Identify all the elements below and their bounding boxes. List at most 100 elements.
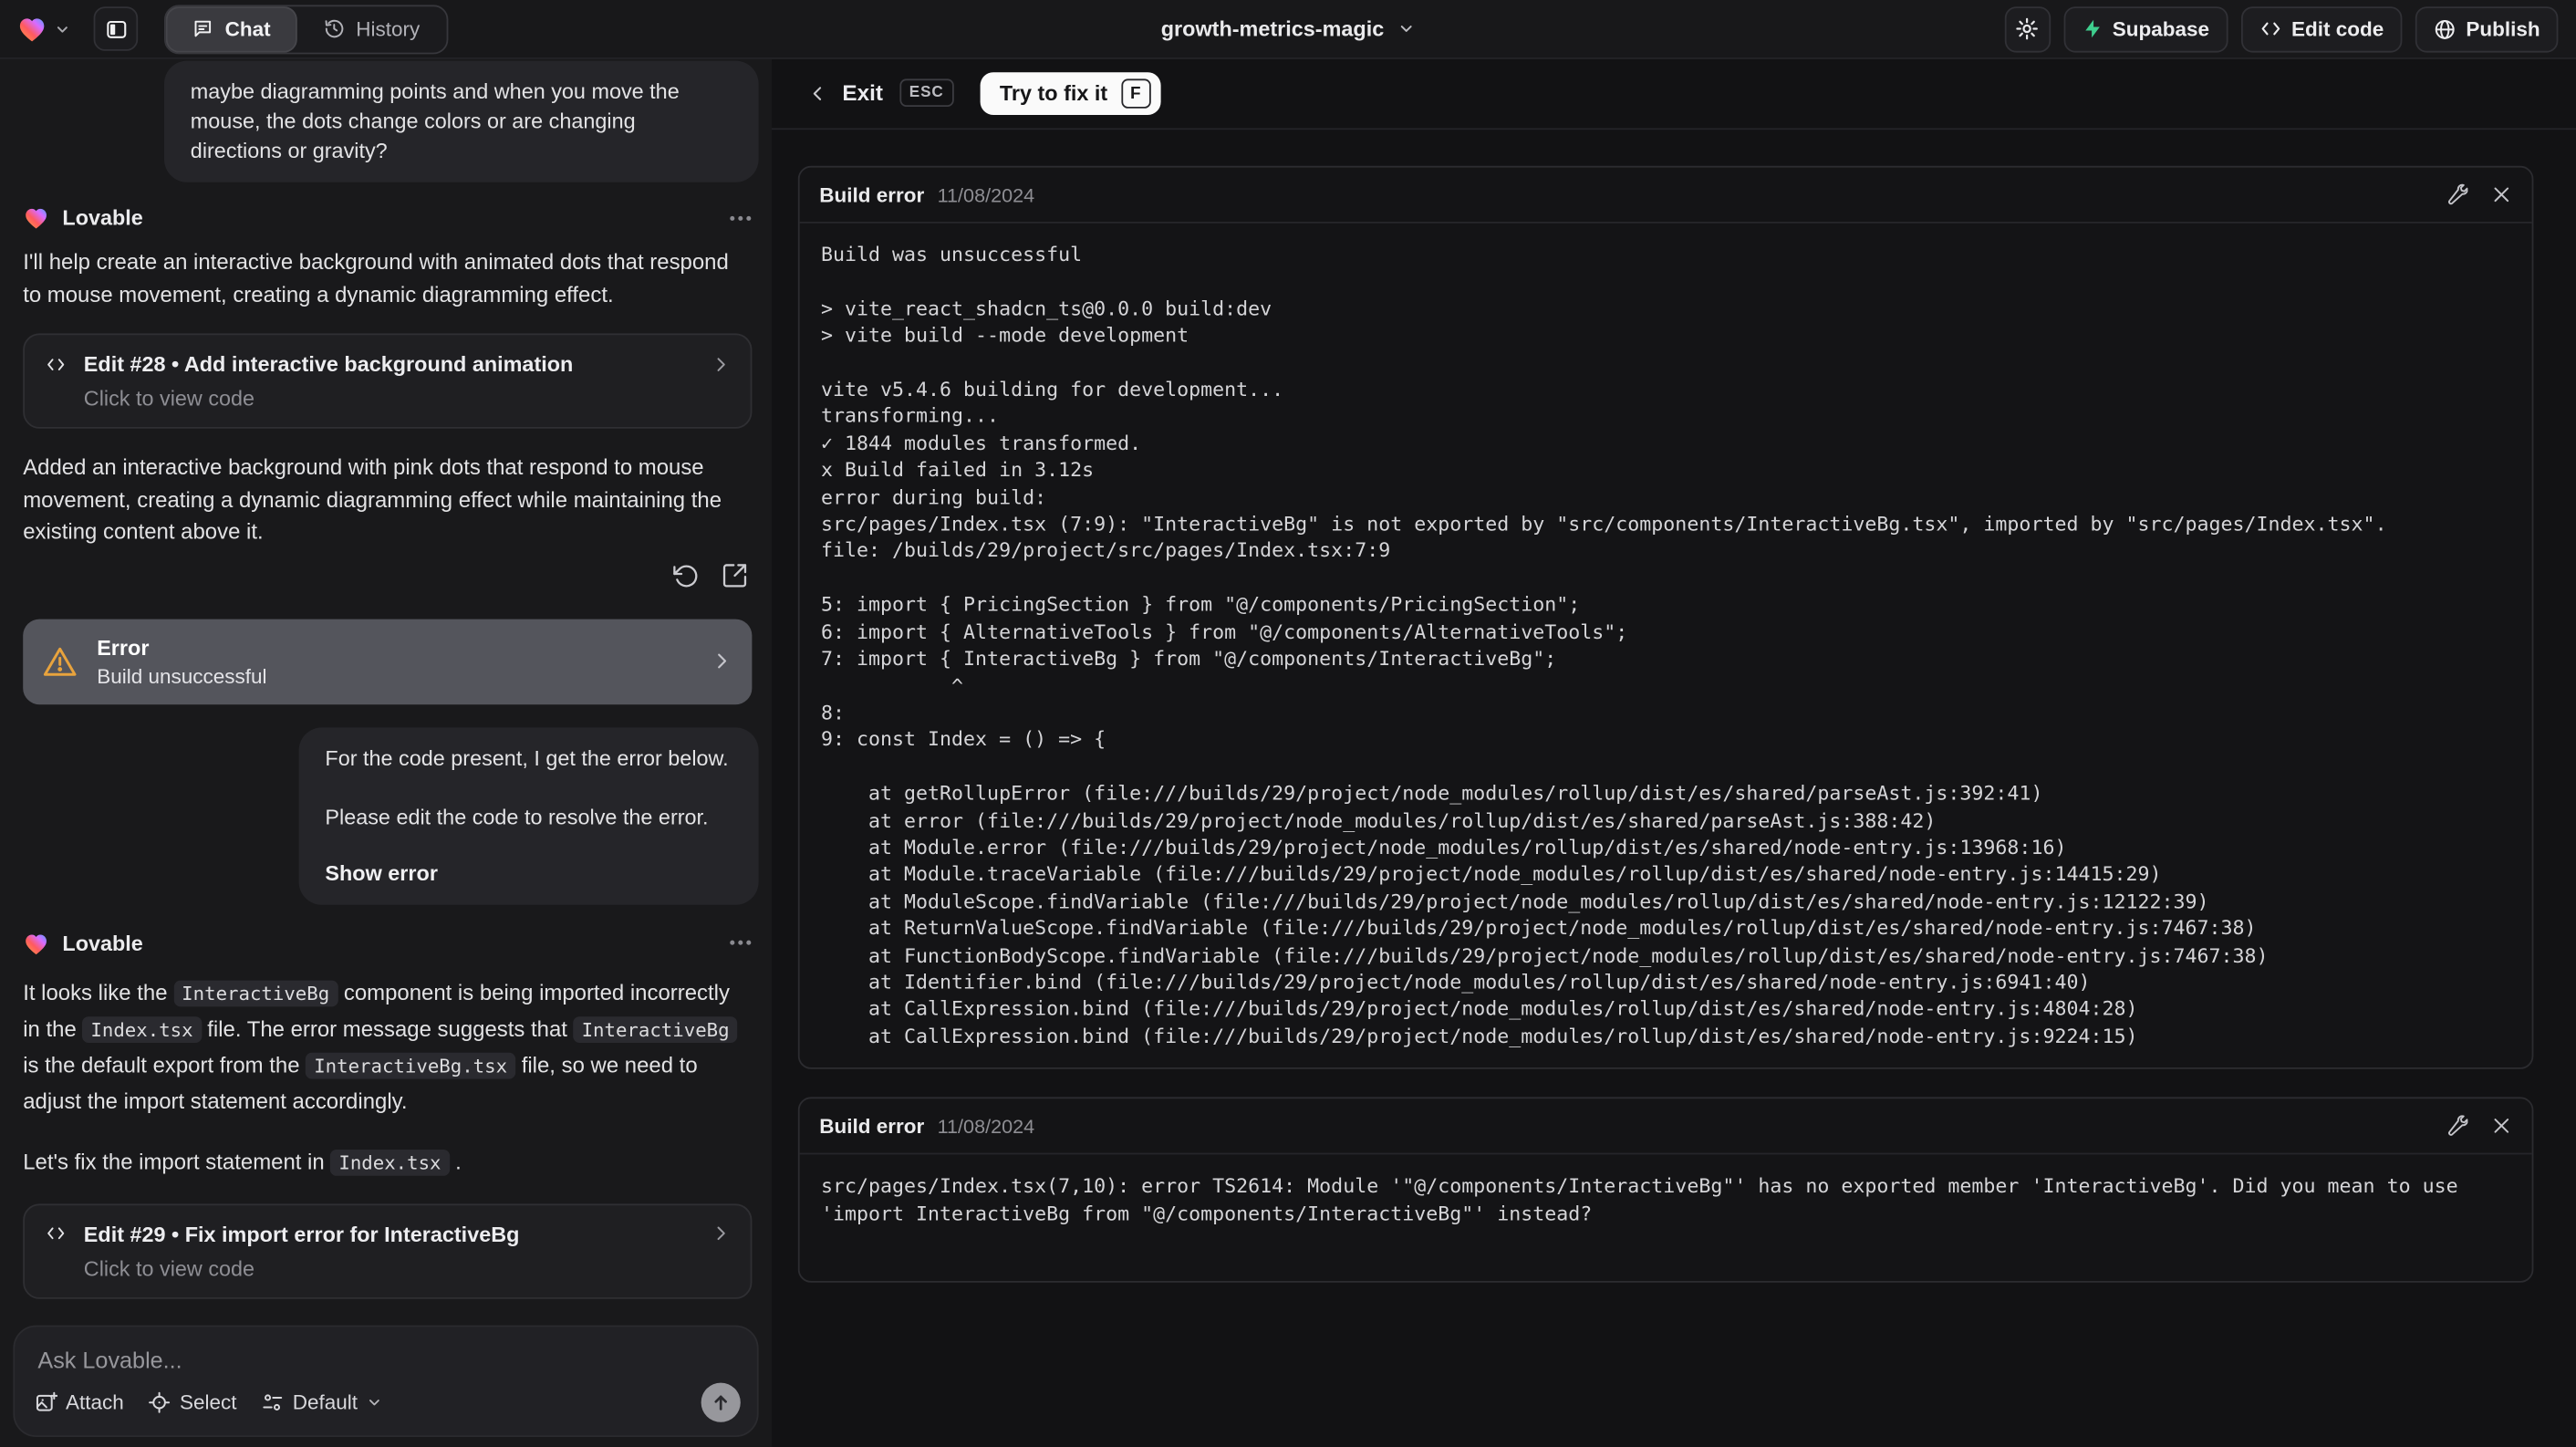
chevron-right-icon	[711, 1223, 731, 1244]
select-button[interactable]: Select	[149, 1391, 237, 1414]
build-log: src/pages/Index.tsx(7,10): error TS2614:…	[821, 1174, 2470, 1225]
close-icon[interactable]	[2491, 1116, 2512, 1137]
edit-28-card[interactable]: Edit #28 • Add interactive background an…	[23, 333, 753, 429]
select-target-icon	[149, 1391, 171, 1414]
more-options-icon[interactable]	[729, 214, 752, 221]
chat-panel: maybe diagramming points and when you mo…	[0, 57, 774, 1447]
esc-key-badge: ESC	[898, 78, 954, 107]
build-error-panel-2: Build error 11/08/2024 src/pages/Index.t…	[797, 1097, 2534, 1283]
build-log: Build was unsuccessful > vite_react_shad…	[821, 243, 2387, 1048]
send-button[interactable]	[701, 1382, 741, 1422]
toggle-sidebar-button[interactable]	[93, 6, 139, 51]
build-error-panels: Build error 11/08/2024 Build was unsucce…	[772, 130, 2576, 1283]
edit-29-subtitle: Click to view code	[83, 1255, 255, 1281]
composer-toolbar: Attach Select Default	[35, 1382, 741, 1422]
top-bar-left: Chat History	[0, 4, 448, 54]
warning-triangle-icon	[43, 645, 78, 676]
edit-29-row: Edit #29 • Fix import error for Interact…	[45, 1221, 731, 1245]
tab-chat[interactable]: Chat	[165, 5, 297, 52]
user-message: maybe diagramming points and when you mo…	[164, 60, 759, 182]
composer-input[interactable]: Ask Lovable...	[37, 1347, 182, 1373]
code-brackets-icon	[45, 1223, 68, 1244]
show-error-link[interactable]: Show error	[325, 859, 438, 884]
panel-header: Build error 11/08/2024	[799, 1099, 2532, 1155]
edit-28-subtitle: Click to view code	[83, 386, 255, 411]
code-brackets-icon	[2259, 18, 2281, 39]
attach-button[interactable]: Attach	[35, 1391, 124, 1414]
text-segment: .	[449, 1149, 462, 1174]
user-message: For the code present, I get the error be…	[298, 726, 759, 904]
chevron-down-icon[interactable]	[1397, 20, 1416, 38]
text-segment: file. The error message suggests that	[201, 1015, 574, 1041]
supabase-icon	[2082, 18, 2103, 39]
lovable-heart-icon	[23, 205, 49, 230]
assistant-message-rich: It looks like the InteractiveBg componen…	[23, 974, 749, 1118]
lovable-logo-menu[interactable]	[16, 15, 70, 43]
assistant-name: Lovable	[62, 205, 143, 230]
settings-button[interactable]	[2003, 5, 2051, 52]
supabase-button[interactable]: Supabase	[2062, 5, 2228, 52]
assistant-message: I'll help create an interactive backgrou…	[23, 249, 729, 307]
panel-header: Build error 11/08/2024	[799, 168, 2532, 224]
panel-title: Build error	[819, 1114, 925, 1138]
code-brackets-icon	[45, 354, 68, 374]
supabase-label: Supabase	[2112, 16, 2210, 41]
edit-29-card[interactable]: Edit #29 • Fix import error for Interact…	[23, 1202, 753, 1298]
edit-28-row: Edit #28 • Add interactive background an…	[45, 351, 731, 376]
chevron-right-icon	[711, 651, 732, 671]
wrench-icon[interactable]	[2445, 182, 2468, 206]
try-to-fix-label: Try to fix it	[999, 80, 1108, 106]
close-icon[interactable]	[2491, 184, 2512, 205]
chevron-right-icon	[711, 354, 731, 374]
user-error-line2: Please edit the code to resolve the erro…	[325, 804, 709, 829]
publish-label: Publish	[2466, 16, 2540, 41]
edit-code-label: Edit code	[2291, 16, 2384, 41]
text-segment: is the default export from the	[23, 1051, 306, 1077]
assistant-message: Added an interactive background with pin…	[23, 454, 722, 544]
inline-code: Index.tsx	[82, 1015, 202, 1043]
user-error-line1: For the code present, I get the error be…	[325, 744, 729, 770]
chat-history-switcher: Chat History	[164, 4, 448, 54]
chat-bubble-icon	[192, 18, 213, 39]
build-error-card[interactable]: Error Build unsuccessful	[23, 618, 753, 704]
tab-chat-label: Chat	[224, 16, 271, 41]
open-external-icon[interactable]	[721, 561, 749, 589]
panel-actions	[2445, 1114, 2512, 1138]
panel-body[interactable]: Build was unsuccessful > vite_react_shad…	[800, 224, 2532, 1068]
error-card-subtitle: Build unsuccessful	[97, 664, 267, 688]
inline-code: InteractiveBg.tsx	[306, 1051, 516, 1078]
mode-dropdown[interactable]: Default	[262, 1391, 382, 1414]
project-name[interactable]: growth-metrics-magic	[1161, 16, 1384, 41]
tab-history[interactable]: History	[296, 5, 446, 51]
top-bar-actions: Supabase Edit code Publish	[2003, 5, 2576, 52]
assistant-header: Lovable	[23, 931, 752, 955]
exit-button[interactable]: Exit	[808, 80, 883, 105]
restore-icon[interactable]	[671, 561, 700, 589]
chat-composer[interactable]: Ask Lovable... Attach Select Default	[13, 1325, 759, 1437]
wrench-icon[interactable]	[2445, 1114, 2468, 1138]
assistant-header: Lovable	[23, 205, 752, 230]
error-card-title: Error	[97, 634, 150, 660]
chevron-left-icon	[808, 83, 828, 103]
assistant-name: Lovable	[62, 930, 143, 955]
panel-body[interactable]: src/pages/Index.tsx(7,10): error TS2614:…	[800, 1155, 2532, 1281]
try-to-fix-button[interactable]: Try to fix it F	[980, 71, 1160, 115]
panel-title: Build error	[819, 182, 925, 206]
build-error-panel-1: Build error 11/08/2024 Build was unsucce…	[797, 165, 2534, 1070]
attach-image-icon	[35, 1391, 57, 1414]
chat-messages[interactable]: maybe diagramming points and when you mo…	[0, 57, 772, 1447]
message-actions	[0, 561, 749, 589]
edit-code-button[interactable]: Edit code	[2240, 5, 2403, 52]
more-options-icon[interactable]	[729, 940, 752, 946]
error-card-texts: Error Build unsuccessful	[97, 635, 266, 688]
tab-history-label: History	[356, 16, 421, 41]
panel-actions	[2445, 182, 2512, 206]
globe-icon	[2433, 17, 2456, 40]
inline-code: InteractiveBg	[173, 979, 338, 1006]
top-bar: Chat History growth-metrics-magic Supaba…	[0, 0, 2576, 59]
gear-icon	[2015, 16, 2040, 41]
sliders-icon	[262, 1391, 285, 1414]
publish-button[interactable]: Publish	[2415, 5, 2559, 52]
